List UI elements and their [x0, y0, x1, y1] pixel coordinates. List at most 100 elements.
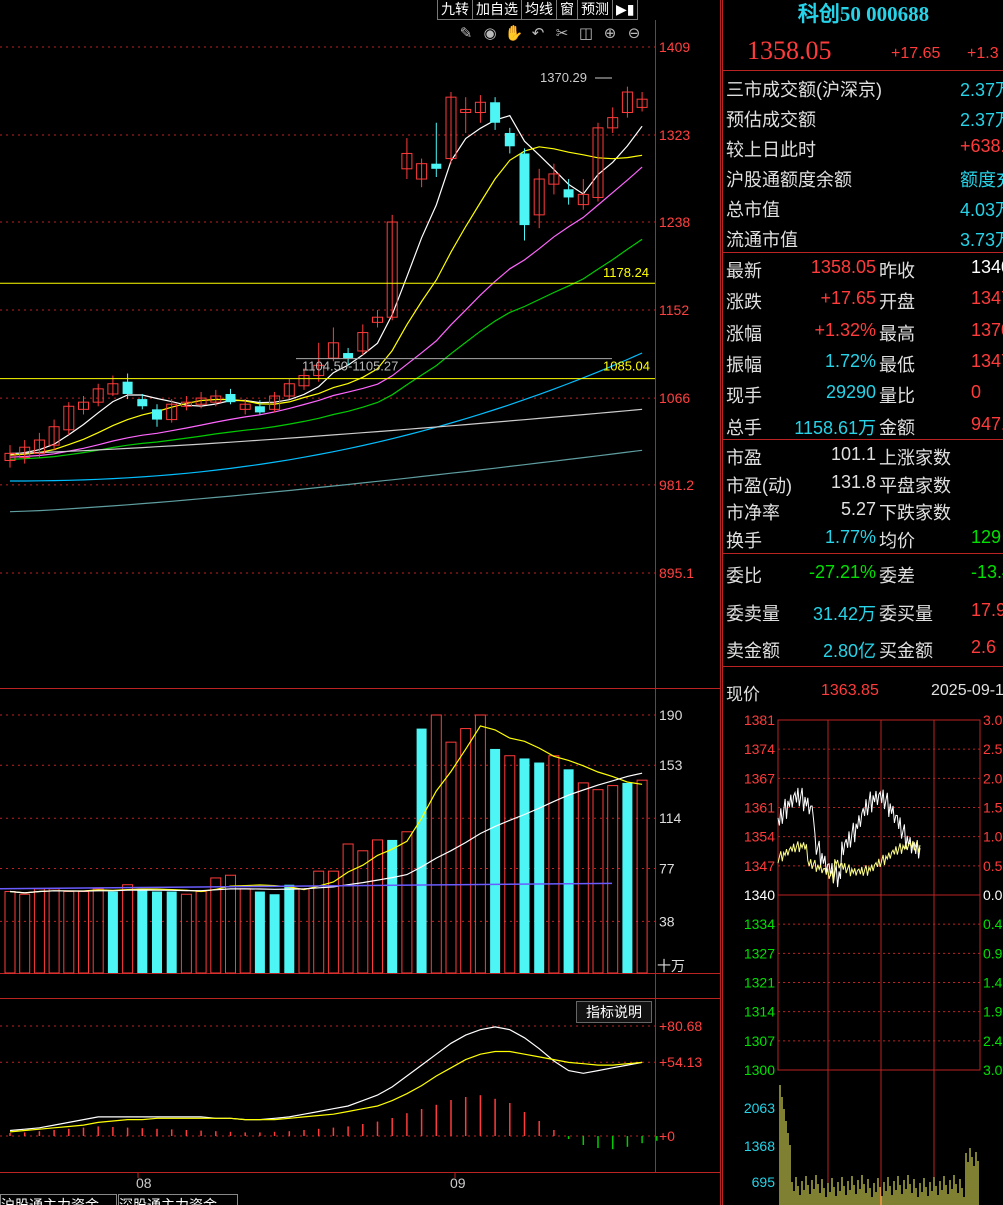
quote-rows4-0-v1: -27.21%	[808, 562, 876, 582]
intraday-pct-label: 2.4	[983, 1033, 1003, 1049]
zoom-in-icon[interactable]: ⊕	[600, 24, 620, 44]
zoom-out-icon[interactable]: ⊖	[624, 24, 644, 44]
quote-rows2-5-v2: 947.	[971, 413, 1003, 434]
chart-area[interactable]: 1178.24 1085.04 1104.50-1105.27 1370.29 140…	[0, 0, 722, 1205]
quote-row1-1-value: 2.37万	[960, 110, 1003, 130]
quote-rows4-2: 卖金额 2.80亿 买金额 2.6	[723, 637, 1003, 663]
quote-rows3-0-k1: 市盈	[726, 448, 762, 468]
intraday-price-label: 1340	[744, 887, 775, 903]
volume-bar-up	[33, 888, 45, 974]
intraday-pct-label: 0.9	[983, 945, 1003, 961]
ma5-line	[9, 114, 643, 455]
volume-bar-up	[474, 714, 486, 974]
volume-bar-down	[269, 894, 280, 973]
intraday-volume-label: 695	[752, 1174, 776, 1190]
volume-bar-up	[122, 884, 134, 974]
high-price-label: 1370.29	[540, 70, 587, 85]
volume-bar-down	[416, 728, 427, 973]
price-axis-label: 1409	[659, 39, 690, 55]
price-axis-label: 1152	[659, 302, 689, 318]
quote-rows3-3-k1: 换手	[726, 530, 762, 551]
indicator-axis-label: +80.68	[659, 1018, 702, 1034]
volume-bar-down	[387, 839, 398, 973]
x-axis-label-09: 09	[450, 1175, 466, 1191]
quote-rows4-1-v2: 17.9	[971, 599, 1003, 620]
volume-bar-up	[78, 891, 89, 974]
quote-row1-3-label: 沪股通额度余额	[726, 170, 852, 190]
volume-bar-up	[239, 888, 251, 974]
add-watchlist-button[interactable]: 加自选	[472, 0, 522, 20]
undo-icon[interactable]: ↶	[528, 24, 548, 44]
quote-rows2-5-k1: 总手	[726, 417, 762, 438]
lock-icon[interactable]: ◫	[576, 24, 596, 44]
quote-rows2-2: 涨幅 +1.32%最高 1370	[723, 320, 1003, 346]
quote-rows3-2: 市净率 5.27 下跌家数	[723, 499, 1003, 525]
quote-row1-0: 三市成交额(沪深京) 2.37万	[723, 76, 1003, 102]
volume-bar-up	[180, 893, 192, 974]
quote-rows2-0-v2: 1340	[971, 257, 1003, 277]
volume-bar-up	[592, 789, 604, 974]
play-end-icon[interactable]: ▶▮	[612, 0, 639, 20]
volume-bar-down	[534, 762, 545, 973]
moving-average-button[interactable]: 均线	[521, 0, 557, 20]
window-button[interactable]: 窗	[556, 0, 578, 20]
quote-rows2-3-k2: 最低	[879, 354, 915, 375]
support-upper-label: 1178.24	[603, 265, 649, 280]
volume-axis-label: 38	[659, 913, 675, 929]
intraday-pct-label: 2.5	[983, 741, 1003, 757]
volume-bar-down	[152, 891, 162, 973]
quote-rows4-1: 委卖量 31.42万 委买量 17.9	[723, 600, 1003, 626]
volume-bar-up	[607, 785, 619, 974]
intraday-avg-line	[777, 840, 921, 884]
quote-rows2-1-v2: 1347	[971, 288, 1003, 309]
intraday-pct-label: 1.4	[983, 975, 1003, 991]
quote-rows4-1-k1: 委卖量	[726, 603, 780, 624]
quote-rows3-1-k2: 平盘家数	[879, 475, 951, 496]
intraday-price-label: 1347	[744, 858, 775, 874]
quote-rows2-5: 总手 1158.61万 金额 947.	[723, 414, 1003, 440]
indicator-help-button[interactable]: 指标说明	[576, 1001, 652, 1023]
quote-rows2-0-k2: 昨收	[879, 261, 915, 281]
pen-icon[interactable]: ✎	[456, 24, 476, 44]
quote-rows3-3-v2: 129	[971, 526, 1002, 547]
last-price: 1358.05	[747, 36, 832, 65]
volume-bar-up	[430, 714, 442, 974]
quote-row1-4: 总市值 4.03万	[723, 196, 1003, 222]
candle-body-down	[519, 153, 530, 226]
quote-rows2-3: 振幅 1.72%最低 1347	[723, 351, 1003, 377]
indicator-axis-label: +54.13	[659, 1054, 702, 1070]
tab-hk-north-sz[interactable]: 深股通主力资金	[118, 1194, 238, 1205]
scissors-icon[interactable]: ✂	[552, 24, 572, 44]
quote-rows2-4-k2: 量比	[879, 386, 915, 407]
volume-bar-down	[622, 782, 633, 973]
quote-rows2-4-k1: 现手	[726, 386, 762, 407]
volume-bar-up	[63, 891, 75, 974]
volume-bar-up	[548, 755, 560, 974]
intraday-price-label: 1307	[744, 1033, 775, 1049]
quote-rows4-1-v1: 31.42万	[812, 603, 876, 624]
nine-turn-button[interactable]: 九转	[437, 0, 473, 20]
price-change: +17.65	[891, 45, 941, 62]
tab-hk-north-sh[interactable]: 沪股通主力资金	[0, 1194, 117, 1205]
volume-ma5-line	[9, 725, 643, 894]
price-change-pct: +1.3	[967, 45, 999, 62]
quote-rows3-2-k1: 市净率	[726, 503, 780, 523]
macd-dea-line	[9, 1050, 643, 1133]
eye-icon[interactable]: ◉	[480, 24, 500, 44]
intraday-pct-label: 1.9	[983, 1004, 1003, 1020]
intraday-chart[interactable]: 1381 3.0 1374 2.5 1367 2.0 1361 1.5 1354 1.0 1347 0…	[723, 700, 1003, 1205]
quote-rows3-1-v1: 131.8	[830, 471, 876, 492]
quote-rows4-2-k2: 买金额	[879, 641, 933, 661]
hand-icon[interactable]: ✋	[504, 24, 524, 44]
candle-body-down	[225, 393, 236, 403]
intraday-price-label: 1367	[744, 770, 775, 786]
volume-bar-down	[107, 891, 118, 973]
quote-rows4-0: 委比 -27.21%委差 -13.4	[723, 562, 1003, 588]
quote-row1-2-value: +638.	[960, 136, 1003, 156]
forecast-button[interactable]: 预测	[577, 0, 613, 20]
quote-row1-3: 沪股通额度余额 额度充	[723, 166, 1003, 192]
quote-rows2-3-v2: 1347	[971, 350, 1003, 371]
volume-bar-up	[342, 843, 354, 974]
indicator-axis-label: +0	[659, 1128, 675, 1144]
quote-rows2-5-v1: 1158.61万	[794, 417, 876, 438]
